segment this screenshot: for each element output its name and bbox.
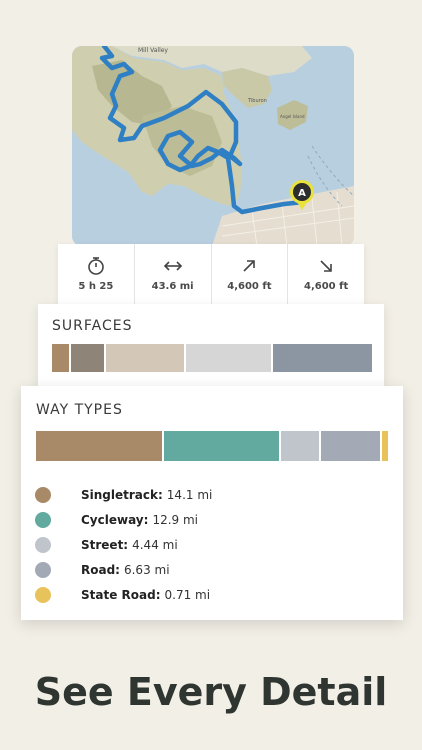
stat-distance: 43.6 mi — [135, 244, 212, 304]
legend-item: Road: 6.63 mi — [35, 557, 212, 582]
legend-name: Road: — [81, 562, 120, 577]
route-map[interactable]: Mill Valley Tiburon Angel Island A — [72, 46, 354, 246]
surface-segment — [106, 344, 187, 372]
headline: See Every Detail — [34, 670, 388, 714]
legend-name: Street: — [81, 537, 129, 552]
legend-item: Cycleway: 12.9 mi — [35, 507, 212, 532]
map-label-tiburon: Tiburon — [247, 98, 267, 104]
map-label-angel-island: Angel Island — [280, 114, 305, 119]
start-marker-label: A — [298, 188, 306, 199]
legend-dot-state-road — [35, 586, 51, 603]
legend-value: 14.1 mi — [166, 487, 213, 502]
legend-name: Singletrack: — [81, 487, 163, 502]
surfaces-title: SURFACES — [52, 318, 133, 334]
legend-value: 6.63 mi — [123, 562, 170, 577]
stat-elevation-down: 4,600 ft — [288, 244, 364, 304]
way-types-card: WAY TYPES Singletrack: 14.1 mi Cycleway:… — [21, 386, 403, 620]
route-stats-bar: 5 h 25 43.6 mi 4,600 ft 4,600 ft — [58, 244, 364, 304]
way-type-segment — [321, 431, 382, 461]
surface-segment — [272, 344, 372, 372]
surfaces-card: SURFACES — [38, 304, 384, 386]
way-type-segment — [281, 431, 322, 461]
way-types-title: WAY TYPES — [36, 402, 123, 418]
stat-duration-value: 5 h 25 — [78, 281, 114, 292]
distance-arrows-icon — [163, 256, 183, 276]
way-type-segment — [381, 431, 388, 461]
legend-value: 4.44 mi — [132, 537, 178, 552]
stat-duration: 5 h 25 — [58, 244, 135, 304]
legend-name: Cycleway: — [81, 512, 149, 527]
way-type-segment — [163, 431, 282, 461]
stat-distance-value: 43.6 mi — [151, 281, 194, 292]
stat-elevation-up-value: 4,600 ft — [227, 281, 272, 292]
legend-dot-singletrack — [35, 486, 51, 503]
legend-dot-road — [35, 561, 51, 578]
legend-dot-cycleway — [35, 511, 51, 528]
arrow-up-right-icon — [241, 256, 257, 276]
surface-segment — [52, 344, 72, 372]
legend-item: Singletrack: 14.1 mi — [35, 482, 212, 507]
way-types-legend: Singletrack: 14.1 mi Cycleway: 12.9 mi S… — [35, 482, 212, 607]
legend-item: State Road: 0.71 mi — [35, 582, 212, 607]
arrow-down-right-icon — [318, 256, 334, 276]
legend-dot-street — [35, 536, 51, 553]
surface-segment — [71, 344, 107, 372]
map-label-mill-valley: Mill Valley — [138, 47, 168, 54]
stopwatch-icon — [87, 256, 105, 276]
legend-value: 0.71 mi — [164, 587, 211, 602]
surface-segment — [186, 344, 273, 372]
legend-value: 12.9 mi — [152, 512, 198, 527]
stat-elevation-up: 4,600 ft — [212, 244, 289, 304]
legend-name: State Road: — [81, 587, 161, 602]
surfaces-bar — [52, 344, 372, 372]
stat-elevation-down-value: 4,600 ft — [304, 281, 349, 292]
way-types-bar — [36, 431, 388, 461]
legend-item: Street: 4.44 mi — [35, 532, 212, 557]
way-type-segment — [36, 431, 164, 461]
